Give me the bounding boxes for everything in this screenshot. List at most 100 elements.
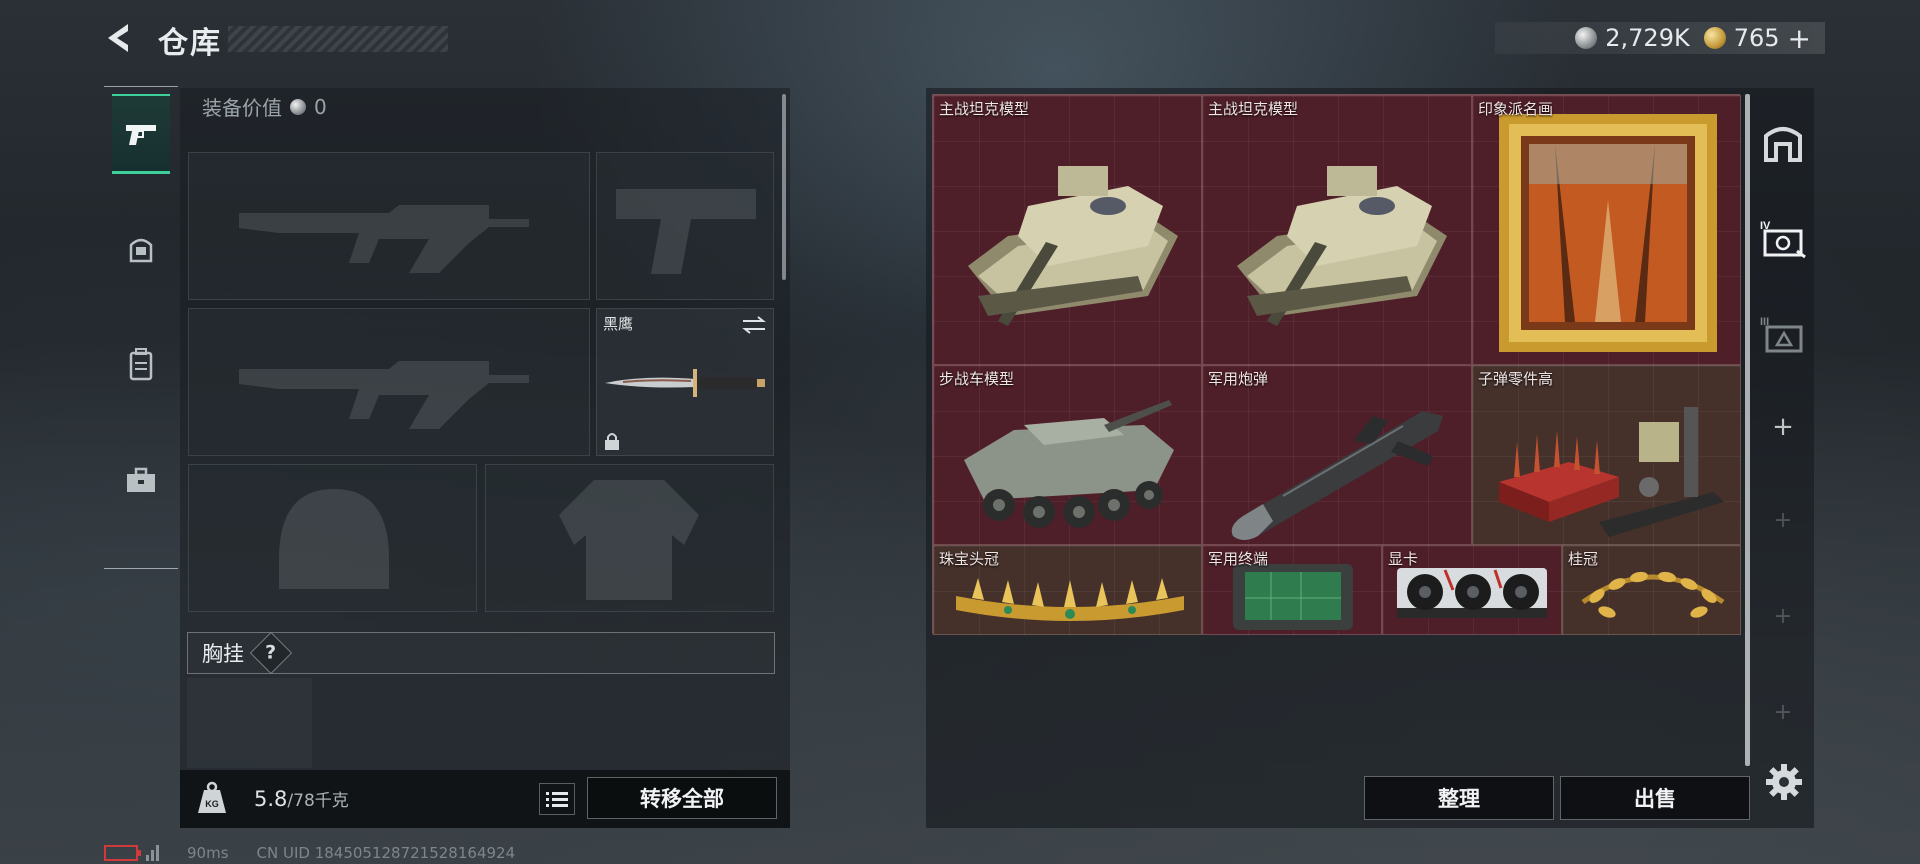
add-currency-button[interactable]: + [1788, 22, 1811, 55]
stash-item-bullet-parts[interactable]: 子弹零件高 [1472, 365, 1741, 545]
chest-rig-title: 胸挂 [202, 642, 244, 666]
silver-coin-icon [1575, 27, 1598, 49]
lock-icon [605, 433, 619, 450]
item-name: 步战车模型 [939, 370, 1015, 388]
stash-item-ifv-model[interactable]: 步战车模型 [933, 365, 1202, 545]
tab-weapons[interactable] [112, 94, 170, 174]
signal-icon [146, 845, 159, 861]
missile-icon [1231, 411, 1443, 540]
weight-current: 5.8 [254, 787, 288, 811]
vest-placeholder-icon [559, 480, 699, 600]
stash-grid: 主战坦克模型 主战坦克模型 印象派名画 步战车模型 军用炮弹 子弹零件高 珠宝头… [932, 94, 1741, 635]
chest-rig-slot[interactable] [187, 678, 312, 768]
item-name: 军用炮弹 [1208, 370, 1269, 388]
silver-coin-icon [290, 98, 306, 115]
equipment-value-label: 装备价值 [202, 96, 282, 120]
stash-item-tank-model-1[interactable]: 主战坦克模型 [933, 95, 1202, 365]
weight-icon: KG [198, 781, 226, 813]
capacity-bar: KG 5.8/78千克 转移全部 [180, 770, 790, 828]
safe-house-icon [1764, 127, 1802, 162]
item-name: 主战坦克模型 [939, 100, 1030, 118]
stash-item-impressionist-painting[interactable]: 印象派名画 [1472, 95, 1741, 365]
armor-slot[interactable] [485, 464, 774, 612]
gold-coin-icon [1703, 27, 1726, 49]
page-title: 仓库 [158, 26, 222, 61]
helmet-placeholder-icon [279, 489, 389, 589]
status-line: 90ms CN UID 1845051287215281649​24 [104, 844, 515, 862]
stash-item-military-shell[interactable]: 军用炮弹 [1202, 365, 1472, 545]
silver-currency: 2,729K [1575, 24, 1690, 52]
gold-amount: 765 [1733, 24, 1780, 52]
locked-stash-slot: + [1773, 604, 1793, 629]
graphics-card-icon [1397, 568, 1547, 618]
tank-model-icon [1237, 166, 1447, 326]
sort-button[interactable]: 整理 [1364, 776, 1554, 820]
helmet-icon [129, 238, 153, 263]
storage-case-level-3-icon: III [1760, 316, 1803, 353]
stash-item-graphics-card[interactable]: 显卡 [1382, 545, 1562, 635]
backpack-icon [129, 348, 153, 381]
tab-stash-all[interactable] [1758, 114, 1808, 170]
ifv-model-icon [964, 400, 1174, 528]
locked-stash-slot: + [1773, 700, 1793, 725]
storage-case-level-4-icon: IV [1760, 220, 1806, 259]
stash-item-tank-model-2[interactable]: 主战坦克模型 [1202, 95, 1472, 365]
tabs-top-divider [104, 86, 178, 87]
stash-item-laurel-wreath[interactable]: 桂冠 [1562, 545, 1741, 635]
tank-model-icon [968, 166, 1178, 326]
locked-stash-slot: + [1773, 508, 1793, 533]
ping-readout: 90ms [187, 844, 229, 862]
battery-icon [104, 845, 141, 861]
tabs-bottom-divider [104, 568, 178, 569]
stash-item-jewel-crown[interactable]: 珠宝头冠 [933, 545, 1202, 635]
pistol-icon [126, 124, 156, 145]
back-arrow-icon [108, 24, 128, 52]
tiara-icon [956, 578, 1184, 621]
item-name: 珠宝头冠 [939, 550, 1000, 568]
secondary-weapon-slot[interactable] [188, 308, 590, 456]
stash-page-tabs: IV III + + + + [1752, 94, 1814, 834]
toolbox-icon [127, 467, 155, 492]
item-name: 印象派名画 [1478, 100, 1554, 118]
silver-amount: 2,729K [1605, 24, 1690, 52]
equipment-scrollbar[interactable] [782, 94, 786, 280]
transfer-all-button[interactable]: 转移全部 [587, 777, 777, 819]
melee-slot[interactable]: 黑鹰 [596, 308, 774, 456]
swap-icon[interactable] [741, 315, 767, 335]
laurel-wreath-icon [1581, 571, 1725, 618]
title-decoration [228, 26, 448, 52]
uid-readout: CN UID 1845051287215281649​24 [256, 844, 516, 862]
pistol-slot[interactable] [596, 152, 774, 300]
stash-item-military-terminal[interactable]: 军用终端 [1202, 545, 1382, 635]
tab-stash-page-4[interactable]: IV [1758, 210, 1808, 266]
settings-button[interactable] [1764, 762, 1804, 802]
tab-helmet[interactable] [112, 209, 170, 289]
equipment-category-tabs [104, 86, 178, 570]
pistol-placeholder-icon [616, 189, 756, 274]
gold-currency[interactable]: 765 + [1703, 22, 1811, 55]
gear-icon [1766, 764, 1802, 800]
stash-scrollbar[interactable] [1745, 94, 1750, 766]
weight-readout: 5.8/78千克 [254, 786, 349, 811]
item-name: 显卡 [1388, 550, 1419, 568]
list-view-button[interactable] [539, 783, 575, 815]
tab-backpack[interactable] [112, 324, 170, 404]
item-name: 子弹零件高 [1478, 370, 1554, 388]
weight-icon-text: KG [205, 799, 219, 809]
sell-button[interactable]: 出售 [1560, 776, 1750, 820]
primary-weapon-slot[interactable] [188, 152, 590, 300]
tab-toolbox[interactable] [112, 440, 170, 520]
list-icon [546, 792, 568, 807]
rifle-placeholder-icon [239, 205, 529, 273]
tablet-terminal-icon [1233, 564, 1353, 630]
equipment-value: 装备价值 0 [202, 92, 327, 121]
item-name: 主战坦克模型 [1208, 100, 1299, 118]
add-stash-page-button[interactable]: + [1752, 412, 1814, 442]
helmet-slot[interactable] [188, 464, 477, 612]
device-status [104, 845, 159, 861]
painting-icon [1499, 114, 1717, 352]
help-button[interactable]: ? [249, 631, 293, 675]
tab-stash-page-3[interactable]: III [1758, 306, 1808, 362]
back-button[interactable] [100, 18, 140, 58]
item-name: 桂冠 [1568, 550, 1599, 568]
